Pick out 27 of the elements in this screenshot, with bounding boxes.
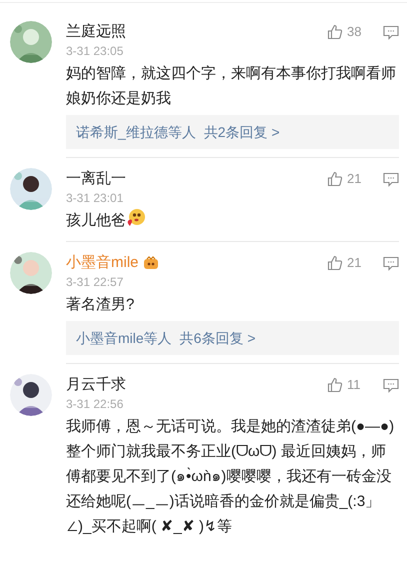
replies-link[interactable]: 小墨音mile等人 共6条回复 > — [66, 321, 399, 355]
crown-badge-icon — [142, 256, 159, 270]
user-name[interactable]: 一离乱一 — [66, 168, 126, 190]
thumbs-up-icon[interactable] — [327, 255, 343, 271]
comment-icon[interactable] — [383, 172, 399, 186]
user-name[interactable]: 兰庭远照 — [66, 20, 126, 44]
comment-text: 著名渣男? — [66, 295, 136, 315]
comment-text: 我师傅，恩～无话可说。我是她的渣渣徒弟(●—●)整个师门就我最不务正业(ᗜωᗜ) 最近回姨妈，师傅都要见不到了(๑•̀ωǹ๑)嘤嘤嘤，我还有一砖金没还给她呢(ㅡ_ㅡ)话说暗香的金价就是偏贵_(:3」∠)_买不起啊( ✘_✘ )↯等 — [66, 417, 396, 537]
comment-time: 3-31 23:01 — [66, 190, 124, 206]
comment-text: 妈的智障，就这四个字，来啊有本事你打我啊看师娘奶你还是奶我 — [66, 64, 397, 109]
thumbs-up-icon[interactable] — [327, 171, 343, 187]
comment-time: 3-31 22:56 — [66, 396, 124, 412]
comment-time: 3-31 22:57 — [66, 274, 124, 290]
replies-link[interactable]: 诺希斯_维拉德等人 共2条回复 > — [66, 115, 399, 149]
like-count: 11 — [347, 376, 362, 394]
comment-text: 孩儿他爸 — [66, 208, 399, 233]
user-name[interactable]: 月云千求 — [66, 374, 126, 396]
like-count: 21 — [347, 170, 362, 188]
like-count: 38 — [347, 23, 362, 42]
blush-emoji-icon — [126, 208, 146, 228]
like-count: 21 — [347, 254, 362, 272]
comment-icon[interactable] — [383, 24, 399, 40]
comment-icon[interactable] — [383, 256, 399, 270]
thumbs-up-icon[interactable] — [327, 24, 343, 40]
comment-icon[interactable] — [383, 378, 399, 392]
comment-time: 3-31 23:05 — [66, 43, 124, 59]
thumbs-up-icon[interactable] — [327, 377, 343, 393]
